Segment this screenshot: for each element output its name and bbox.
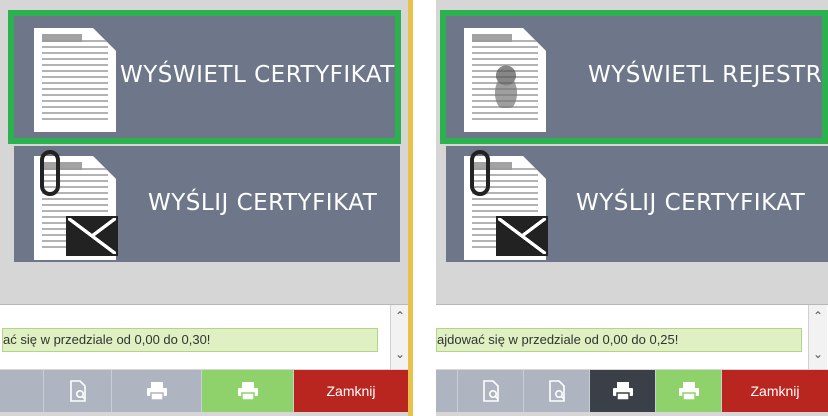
- print-preview-button[interactable]: [44, 370, 112, 412]
- toolbar: Zamknij: [436, 370, 828, 412]
- paperclip-icon: [40, 150, 60, 196]
- scroll-up-icon[interactable]: ⌃: [809, 307, 827, 325]
- envelope-icon: [66, 216, 118, 256]
- tile-label: WYŚLIJ CERTYFIKAT: [576, 190, 806, 216]
- close-button[interactable]: Zamknij: [722, 370, 828, 412]
- validation-message: ajdować się w przedziale od 0,00 do 0,25…: [436, 328, 802, 352]
- left-panel: WYŚWIETL CERTYFIKAT WYŚLIJ CERTYFIKAT ać…: [0, 0, 413, 416]
- send-certificate-tile[interactable]: WYŚLIJ CERTYFIKAT: [14, 146, 400, 262]
- print-preview-icon: [548, 380, 566, 402]
- toolbar-button-blank[interactable]: [0, 370, 44, 412]
- send-certificate-tile[interactable]: WYŚLIJ CERTYFIKAT: [446, 146, 828, 262]
- tile-label: WYŚWIETL CERTYFIKAT: [120, 62, 395, 88]
- close-button[interactable]: Zamknij: [294, 370, 408, 412]
- print-button[interactable]: [590, 370, 656, 412]
- tile-label: WYŚLIJ CERTYFIKAT: [148, 190, 378, 216]
- scrollbar[interactable]: ⌃ ⌄: [808, 305, 827, 369]
- quick-print-button[interactable]: [202, 370, 294, 412]
- print-preview-icon: [69, 380, 87, 402]
- right-panel: WYŚWIETL REJESTR WYŚLIJ CERTYFIKAT ajdow…: [436, 0, 828, 416]
- paperclip-icon: [470, 150, 490, 196]
- toolbar: Zamknij: [0, 370, 408, 412]
- toolbar-button-blank[interactable]: [436, 370, 458, 412]
- emblem-icon: [484, 58, 528, 108]
- tile-label: WYŚWIETL REJESTR: [588, 62, 823, 88]
- scroll-down-icon[interactable]: ⌄: [809, 345, 827, 363]
- scroll-up-icon[interactable]: ⌃: [391, 307, 408, 325]
- document-icon: [34, 28, 116, 132]
- print-icon: [146, 381, 168, 401]
- message-area: ać się w przedziale od 0,00 do 0,30! ⌃ ⌄: [0, 304, 408, 369]
- validation-message: ać się w przedziale od 0,00 do 0,30!: [2, 328, 378, 352]
- print-preview-button-2[interactable]: [524, 370, 590, 412]
- print-icon: [678, 381, 700, 401]
- print-preview-icon: [482, 380, 500, 402]
- scroll-down-icon[interactable]: ⌄: [391, 345, 408, 363]
- message-area: ajdować się w przedziale od 0,00 do 0,25…: [436, 304, 828, 369]
- view-certificate-tile[interactable]: WYŚWIETL CERTYFIKAT: [8, 10, 401, 144]
- print-icon: [237, 381, 259, 401]
- print-button[interactable]: [112, 370, 202, 412]
- scrollbar[interactable]: ⌃ ⌄: [390, 305, 408, 369]
- view-register-tile[interactable]: WYŚWIETL REJESTR: [440, 10, 828, 144]
- envelope-icon: [496, 216, 548, 256]
- print-preview-button[interactable]: [458, 370, 524, 412]
- document-icon: [464, 28, 546, 132]
- quick-print-button[interactable]: [656, 370, 722, 412]
- print-icon: [612, 381, 634, 401]
